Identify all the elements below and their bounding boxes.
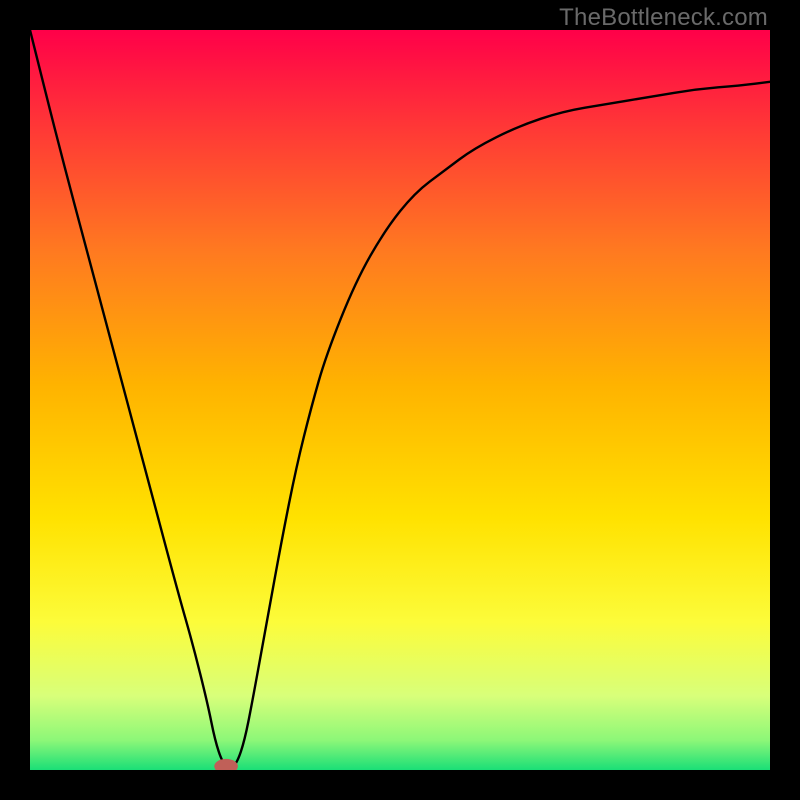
chart-frame [30, 30, 770, 770]
chart-background [30, 30, 770, 770]
watermark-text: TheBottleneck.com [559, 4, 768, 32]
bottleneck-chart [30, 30, 770, 770]
